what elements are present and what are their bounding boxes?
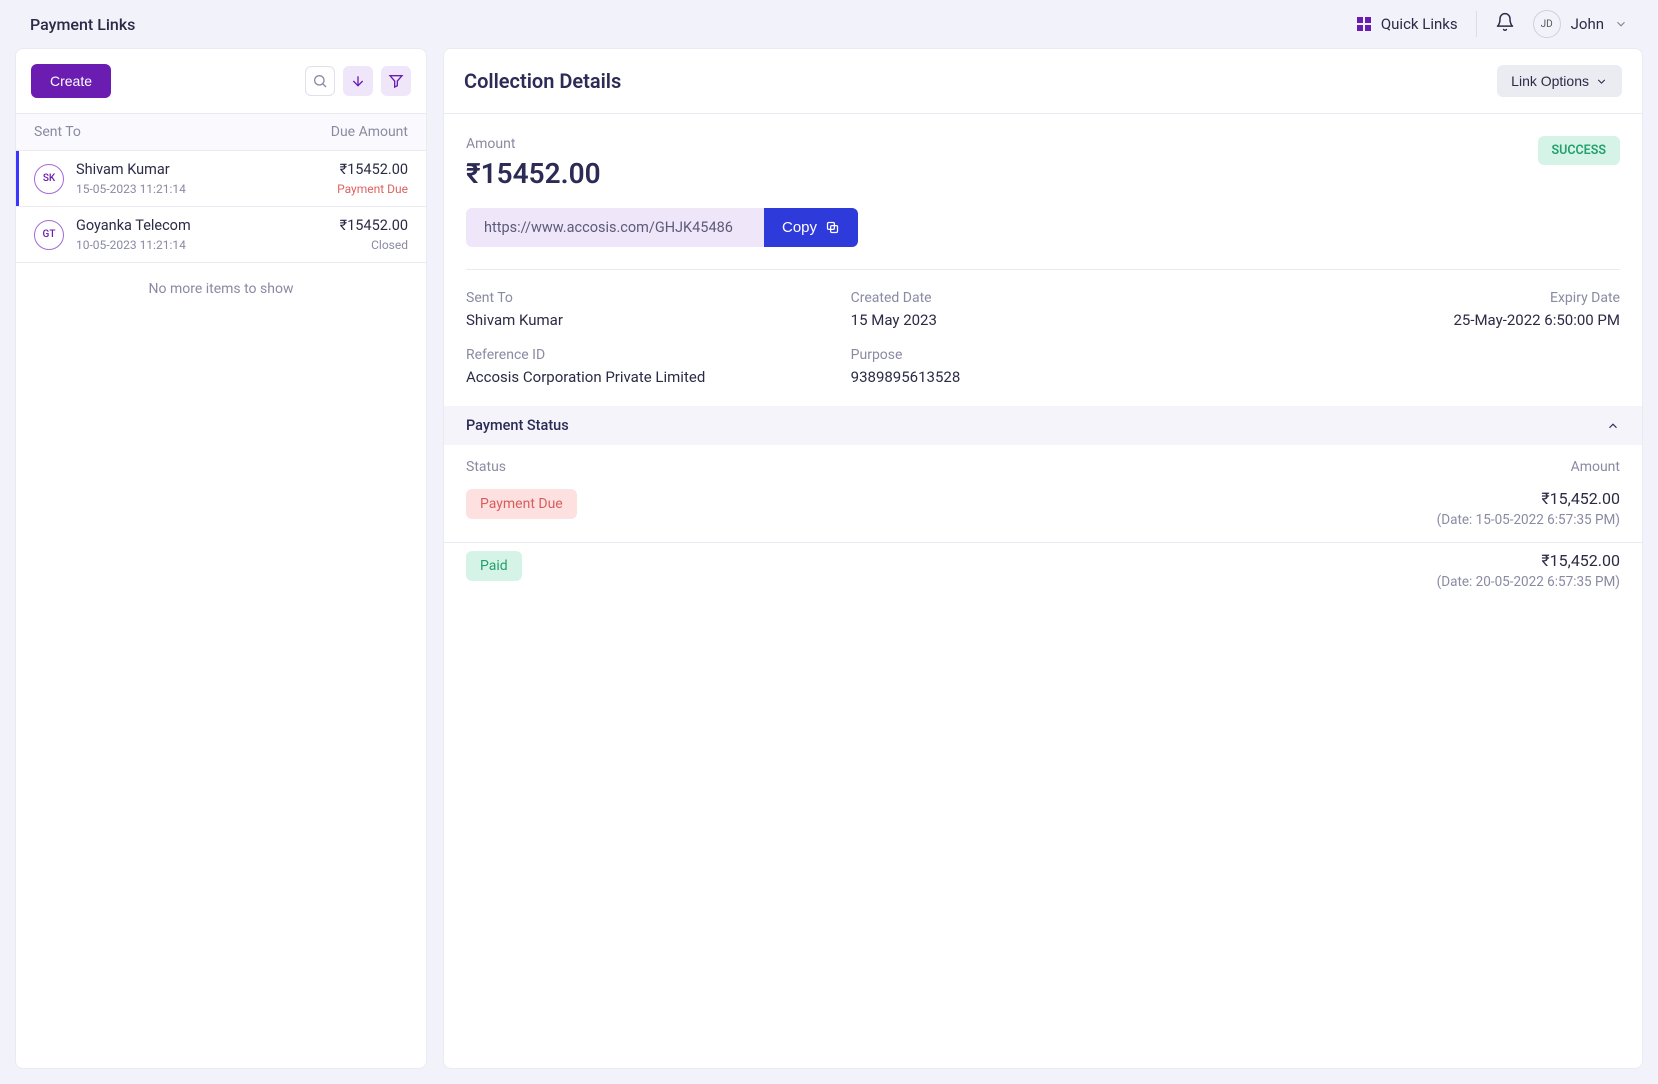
left-panel-toolbar: Create: [16, 49, 426, 114]
left-panel: Create Sent To Due Amount SK Shivam Kumar…: [15, 48, 427, 1069]
header-right: Quick Links JD John: [1357, 10, 1628, 38]
copy-label: Copy: [782, 219, 817, 236]
list-item[interactable]: SK Shivam Kumar 15-05-2023 11:21:14 ₹15452.…: [16, 151, 426, 207]
amount-block: Amount ₹15452.00 SUCCESS: [444, 114, 1642, 190]
ps-col-status: Status: [466, 459, 506, 475]
status-success-badge: SUCCESS: [1538, 136, 1621, 165]
list-item-status: Payment Due: [337, 182, 408, 196]
ps-col-amount: Amount: [1571, 459, 1620, 475]
sent-to-label: Sent To: [466, 290, 851, 306]
col-due-amount: Due Amount: [331, 124, 408, 140]
user-menu[interactable]: JD John: [1533, 10, 1628, 38]
sort-button[interactable]: [343, 66, 373, 96]
payment-status-header[interactable]: Payment Status: [444, 406, 1642, 445]
expiry-date-value: 25-May-2022 6:50:00 PM: [1235, 311, 1620, 329]
toolbar-icons: [305, 66, 411, 96]
ps-date: (Date: 15-05-2022 6:57:35 PM): [1437, 512, 1620, 528]
page-title: Payment Links: [30, 15, 135, 34]
user-avatar: JD: [1533, 10, 1561, 38]
list-item-status: Closed: [340, 238, 408, 252]
ps-amount: ₹15,452.00: [1437, 551, 1620, 570]
list-item[interactable]: GT Goyanka Telecom 10-05-2023 11:21:14 ₹154…: [16, 207, 426, 263]
amount-value: ₹15452.00: [466, 157, 601, 190]
filter-icon: [388, 73, 404, 89]
link-options-label: Link Options: [1511, 73, 1589, 89]
user-name: John: [1571, 15, 1604, 33]
quick-links-label: Quick Links: [1381, 15, 1458, 33]
right-panel: Collection Details Link Options Amount ₹…: [443, 48, 1643, 1069]
list-item-date: 15-05-2023 11:21:14: [76, 182, 186, 196]
list-item-amount: ₹15452.00: [340, 217, 408, 234]
details-title: Collection Details: [464, 69, 621, 93]
list-item-name: Shivam Kumar: [76, 161, 186, 178]
avatar: GT: [34, 220, 64, 250]
reference-id-value: Accosis Corporation Private Limited: [466, 368, 851, 386]
details-header: Collection Details Link Options: [444, 49, 1642, 114]
grid-icon: [1357, 17, 1371, 31]
search-button[interactable]: [305, 66, 335, 96]
notifications-button[interactable]: [1495, 12, 1515, 36]
no-more-message: No more items to show: [16, 263, 426, 315]
top-header: Payment Links Quick Links JD John: [0, 0, 1658, 48]
expiry-date-label: Expiry Date: [1235, 290, 1620, 306]
info-grid: Sent To Shivam Kumar Created Date 15 May…: [444, 270, 1642, 406]
ps-date: (Date: 20-05-2022 6:57:35 PM): [1437, 574, 1620, 590]
bell-icon: [1495, 12, 1515, 32]
payment-status-title: Payment Status: [466, 417, 569, 434]
list-item-amount: ₹15452.00: [337, 161, 408, 178]
list-column-headers: Sent To Due Amount: [16, 114, 426, 151]
payment-status-row: Paid ₹15,452.00 (Date: 20-05-2022 6:57:35 …: [444, 543, 1642, 604]
quick-links-button[interactable]: Quick Links: [1357, 15, 1458, 33]
search-icon: [312, 73, 328, 89]
header-divider: [1476, 11, 1477, 37]
purpose-label: Purpose: [851, 347, 1236, 363]
avatar: SK: [34, 164, 64, 194]
chevron-down-icon: [1595, 75, 1608, 88]
sent-to-value: Shivam Kumar: [466, 311, 851, 329]
payment-link-row: https://www.accosis.com/GHJK45486 Copy: [466, 208, 858, 247]
payment-link-url[interactable]: https://www.accosis.com/GHJK45486: [466, 208, 764, 247]
arrow-down-icon: [350, 73, 366, 89]
payment-status-rows: Payment Due ₹15,452.00 (Date: 15-05-2022 6…: [444, 481, 1642, 604]
chevron-up-icon: [1606, 419, 1620, 433]
filter-button[interactable]: [381, 66, 411, 96]
create-button[interactable]: Create: [31, 64, 111, 98]
status-pill: Paid: [466, 551, 522, 581]
list-item-name: Goyanka Telecom: [76, 217, 191, 234]
copy-icon: [825, 220, 840, 235]
chevron-down-icon: [1614, 17, 1628, 31]
amount-label: Amount: [466, 136, 601, 152]
purpose-value: 9389895613528: [851, 368, 1236, 386]
created-date-value: 15 May 2023: [851, 311, 1236, 329]
col-sent-to: Sent To: [34, 124, 81, 140]
payment-link-list: SK Shivam Kumar 15-05-2023 11:21:14 ₹15452.…: [16, 151, 426, 263]
link-options-button[interactable]: Link Options: [1497, 65, 1622, 97]
main-content: Create Sent To Due Amount SK Shivam Kumar…: [0, 48, 1658, 1084]
payment-status-columns: Status Amount: [444, 445, 1642, 481]
reference-id-label: Reference ID: [466, 347, 851, 363]
ps-amount: ₹15,452.00: [1437, 489, 1620, 508]
payment-status-row: Payment Due ₹15,452.00 (Date: 15-05-2022 6…: [444, 481, 1642, 543]
copy-button[interactable]: Copy: [764, 208, 858, 247]
status-pill: Payment Due: [466, 489, 577, 519]
created-date-label: Created Date: [851, 290, 1236, 306]
list-item-date: 10-05-2023 11:21:14: [76, 238, 191, 252]
